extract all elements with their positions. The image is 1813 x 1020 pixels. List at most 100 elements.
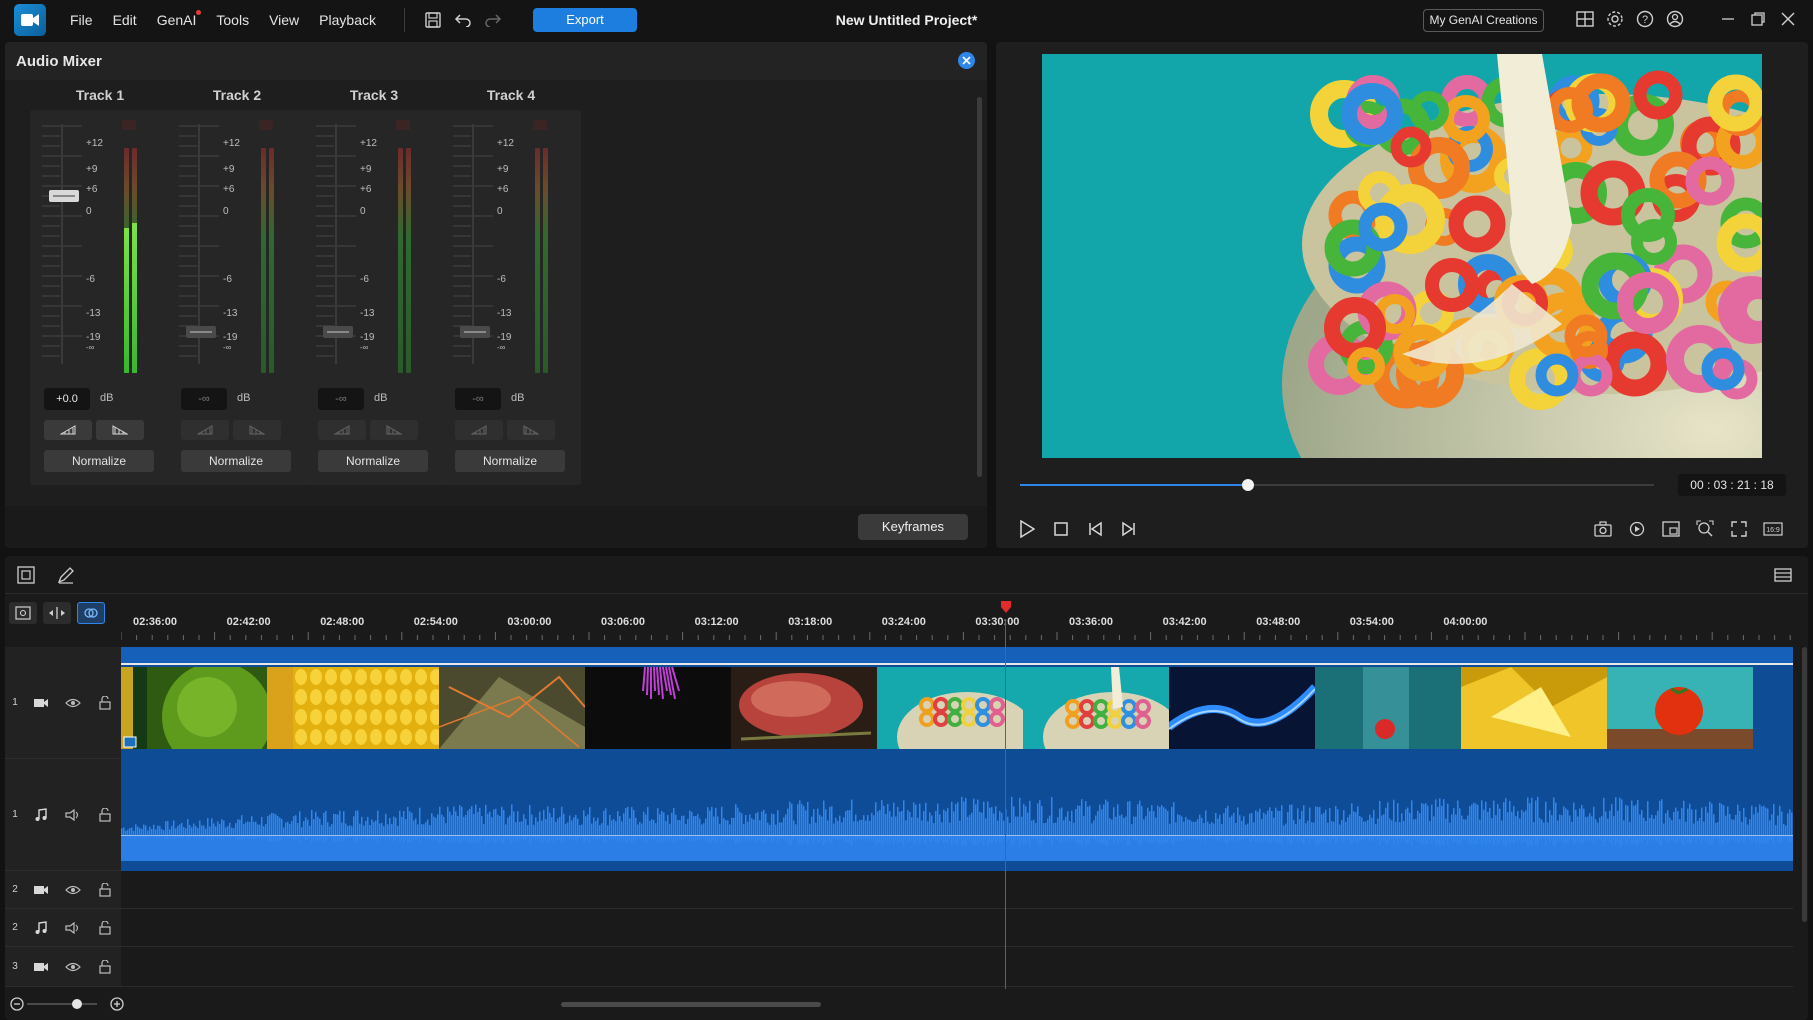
db-value-field[interactable]: +0.0 <box>44 388 90 410</box>
lock-icon[interactable] <box>89 880 121 900</box>
snapshot-icon[interactable] <box>1590 516 1616 542</box>
level-meter-left <box>124 148 129 373</box>
fade-in-button[interactable] <box>44 420 92 440</box>
video-clip-thumbnail[interactable] <box>439 667 585 749</box>
timeline-horizontal-scrollbar[interactable] <box>561 1002 821 1007</box>
menu-view[interactable]: View <box>259 0 309 40</box>
visibility-icon[interactable] <box>57 957 89 977</box>
fade-in-button[interactable] <box>455 420 503 440</box>
video-clip-thumbnail[interactable] <box>121 667 147 749</box>
audio-track-2[interactable] <box>121 909 1793 947</box>
video-preview <box>1042 54 1762 458</box>
playback-mode-icon[interactable] <box>1624 516 1650 542</box>
fade-out-button[interactable] <box>370 420 418 440</box>
account-icon[interactable] <box>1662 6 1688 32</box>
aspect-ratio-icon[interactable]: 16:9 <box>1760 516 1786 542</box>
playhead-marker[interactable] <box>999 600 1013 614</box>
play-icon[interactable] <box>1014 516 1040 542</box>
video-clip-thumbnail[interactable] <box>1169 667 1315 749</box>
timeline-vertical-scrollbar[interactable] <box>1802 647 1807 922</box>
layout-icon[interactable] <box>1572 6 1598 32</box>
toolbar-divider <box>403 8 405 32</box>
close-icon[interactable] <box>1775 6 1801 32</box>
db-value-field[interactable]: -∞ <box>318 388 364 410</box>
video-clip-thumbnail[interactable] <box>147 667 293 749</box>
settings-icon[interactable] <box>1602 6 1628 32</box>
normalize-button[interactable]: Normalize <box>181 450 291 472</box>
undo-icon[interactable] <box>449 6 477 34</box>
volume-fader[interactable] <box>460 326 490 338</box>
link-tracks-icon[interactable] <box>77 602 105 624</box>
fade-out-button[interactable] <box>507 420 555 440</box>
video-clip-thumbnail[interactable] <box>1607 667 1753 749</box>
track-manager-icon[interactable] <box>9 602 37 624</box>
video-track-1[interactable] <box>121 647 1793 759</box>
menu-playback[interactable]: Playback <box>309 0 386 40</box>
fade-out-button[interactable] <box>96 420 144 440</box>
scale-label: 0 <box>86 206 92 217</box>
menu-tools[interactable]: Tools <box>206 0 259 40</box>
mixer-scrollbar[interactable] <box>977 97 982 477</box>
redo-icon[interactable] <box>479 6 507 34</box>
playhead-line[interactable] <box>1005 619 1006 989</box>
volume-fader[interactable] <box>49 190 79 202</box>
timeline-settings-icon[interactable] <box>1770 562 1796 588</box>
timeline-ruler[interactable]: 02:36:00 02:42:00 02:48:00 02:54:00 03:00:00… <box>121 610 1793 640</box>
next-frame-icon[interactable] <box>1116 516 1142 542</box>
scale-label: -19 <box>497 332 512 343</box>
db-value-field[interactable]: -∞ <box>181 388 227 410</box>
edit-pen-icon[interactable] <box>53 562 79 588</box>
video-track-3[interactable] <box>121 947 1793 987</box>
lock-icon[interactable] <box>89 693 121 713</box>
zoom-preview-icon[interactable] <box>1692 516 1718 542</box>
export-button[interactable]: Export <box>532 8 637 32</box>
video-clip-thumbnail[interactable] <box>731 667 877 749</box>
visibility-icon[interactable] <box>57 880 89 900</box>
audio-track-1[interactable] <box>121 759 1793 871</box>
video-clip-thumbnail[interactable] <box>585 667 731 749</box>
video-track-2[interactable] <box>121 871 1793 909</box>
visibility-icon[interactable] <box>57 693 89 713</box>
video-clip-thumbnail[interactable] <box>1461 667 1607 749</box>
db-value-field[interactable]: -∞ <box>455 388 501 410</box>
preview-quality-icon[interactable] <box>1658 516 1684 542</box>
mute-icon[interactable] <box>57 805 89 825</box>
menu-edit[interactable]: Edit <box>103 0 147 40</box>
normalize-button[interactable]: Normalize <box>44 450 154 472</box>
restore-icon[interactable] <box>1745 6 1771 32</box>
stop-icon[interactable] <box>1048 516 1074 542</box>
menu-file[interactable]: File <box>60 0 103 40</box>
mute-icon[interactable] <box>57 918 89 938</box>
menu-genai[interactable]: GenAI <box>147 0 207 40</box>
volume-line[interactable] <box>121 835 1793 836</box>
zoom-slider-handle[interactable] <box>72 999 82 1009</box>
fit-timeline-icon[interactable] <box>43 602 71 624</box>
video-clip-thumbnail[interactable] <box>293 667 439 749</box>
video-clip-thumbnail[interactable] <box>1315 667 1461 749</box>
close-mixer-button[interactable] <box>958 52 975 69</box>
lock-icon[interactable] <box>89 918 121 938</box>
fade-out-button[interactable] <box>233 420 281 440</box>
minimize-icon[interactable] <box>1715 6 1741 32</box>
normalize-button[interactable]: Normalize <box>318 450 428 472</box>
video-clip-bar[interactable] <box>121 647 1793 665</box>
fade-in-button[interactable] <box>318 420 366 440</box>
video-clip-thumbnail[interactable] <box>1023 667 1169 749</box>
save-icon[interactable] <box>419 6 447 34</box>
volume-fader[interactable] <box>323 326 353 338</box>
lock-icon[interactable] <box>89 957 121 977</box>
keyframes-button[interactable]: Keyframes <box>858 514 968 540</box>
scrubber-handle[interactable] <box>1242 479 1255 491</box>
previous-frame-icon[interactable] <box>1082 516 1108 542</box>
fade-in-button[interactable] <box>181 420 229 440</box>
fullscreen-icon[interactable] <box>1726 516 1752 542</box>
preview-scrubber[interactable] <box>1020 479 1654 491</box>
volume-fader[interactable] <box>186 326 216 338</box>
media-library-icon[interactable] <box>13 562 39 588</box>
timecode-display[interactable]: 00 : 03 : 21 : 18 <box>1678 474 1786 496</box>
lock-icon[interactable] <box>89 805 121 825</box>
normalize-button[interactable]: Normalize <box>455 450 565 472</box>
video-clip-thumbnail[interactable] <box>877 667 1023 749</box>
help-icon[interactable]: ? <box>1632 6 1658 32</box>
my-genai-creations-button[interactable]: My GenAI Creations <box>1423 9 1544 32</box>
